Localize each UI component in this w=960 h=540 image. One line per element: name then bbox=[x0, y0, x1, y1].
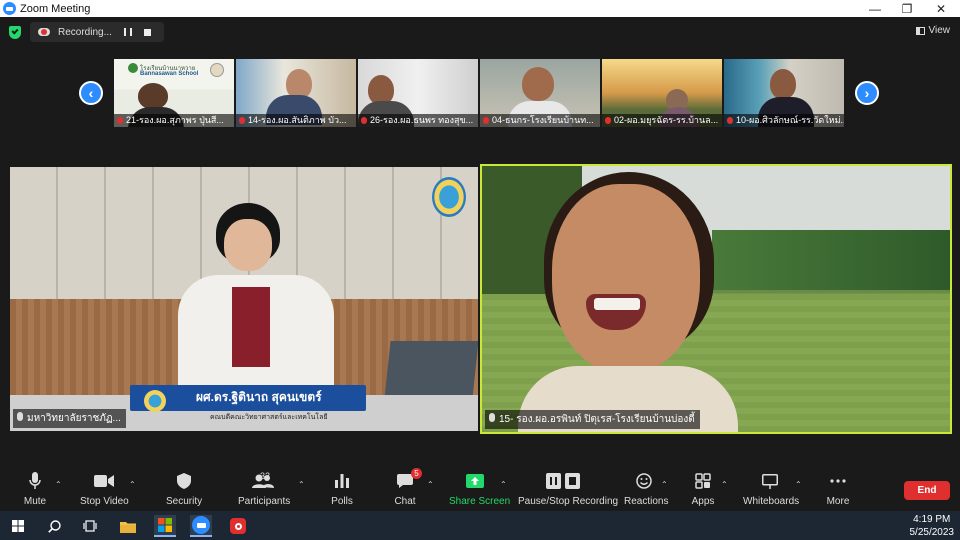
file-explorer-icon[interactable] bbox=[117, 515, 139, 537]
store-icon[interactable] bbox=[154, 515, 176, 537]
cloud-record-icon bbox=[38, 28, 50, 36]
participant-thumbnail[interactable]: 26-รอง.ผอ.ธนพร ทองสุข... bbox=[358, 59, 478, 127]
view-label: View bbox=[928, 25, 951, 36]
chat-options-caret-icon[interactable]: ⌃ bbox=[427, 480, 434, 489]
maximize-button[interactable]: ❐ bbox=[890, 0, 924, 17]
share-screen-icon bbox=[449, 471, 501, 491]
participant-thumbnail[interactable]: 14-รอง.ผอ.สันติภาพ บัว... bbox=[236, 59, 356, 127]
name-banner: ผศ.ดร.ฐิตินาถ สุคนเขตร์ คณบดีคณะวิทยาศาส… bbox=[130, 385, 366, 425]
apps-icon bbox=[690, 471, 716, 491]
title-bar: Zoom Meeting — ❐ ✕ bbox=[0, 0, 960, 17]
windows-taskbar: 4:19 PM 5/25/2023 bbox=[0, 511, 960, 540]
recording-indicator: Recording... bbox=[30, 22, 164, 42]
participant-video-right[interactable]: 15- รอง.ผอ.อรพินท์ ปิตุเรส-โรงเรียนบ้านบ… bbox=[480, 164, 952, 434]
participants-button[interactable]: 32 Participants bbox=[238, 471, 290, 507]
more-button[interactable]: More bbox=[826, 471, 850, 507]
thumbnail-name: 21-รอง.ผอ.สุภาพร ปุ่นสี... bbox=[114, 114, 234, 127]
thumbnail-name: 04-ธนกร-โรงเรียนบ้านท... bbox=[480, 114, 600, 127]
end-meeting-button[interactable]: End bbox=[904, 481, 950, 500]
mic-muted-icon bbox=[605, 117, 611, 124]
system-clock[interactable]: 4:19 PM 5/25/2023 bbox=[910, 513, 955, 539]
mic-muted-icon bbox=[361, 117, 367, 124]
zoom-logo-icon bbox=[3, 2, 16, 15]
clock-date: 5/25/2023 bbox=[909, 527, 955, 538]
reactions-button[interactable]: Reactions bbox=[624, 471, 668, 507]
recording-app-icon[interactable] bbox=[227, 515, 249, 537]
reactions-options-caret-icon[interactable]: ⌃ bbox=[661, 480, 668, 489]
mic-muted-icon bbox=[483, 117, 489, 124]
gallery-next-button[interactable]: › bbox=[855, 81, 879, 105]
whiteboard-icon bbox=[743, 471, 797, 491]
view-button[interactable]: View bbox=[915, 25, 951, 36]
participant-video-left[interactable]: ผศ.ดร.ฐิตินาถ สุคนเขตร์ คณบดีคณะวิทยาศาส… bbox=[10, 167, 478, 431]
smiley-icon bbox=[624, 471, 664, 491]
shield-icon bbox=[166, 471, 202, 491]
stop-recording-icon[interactable] bbox=[144, 28, 151, 36]
whiteboards-options-caret-icon[interactable]: ⌃ bbox=[795, 480, 802, 489]
share-screen-button[interactable]: Share Screen bbox=[449, 471, 510, 507]
security-shield-icon[interactable] bbox=[9, 26, 21, 39]
thumbnail-name: 10-ผอ.ศิวลักษณ์-รร.วัดใหม่... bbox=[724, 114, 844, 127]
video-camera-icon bbox=[80, 471, 128, 491]
pause-stop-recording-button[interactable]: Pause/Stop Recording bbox=[518, 471, 618, 507]
school-sign-english: Bannasawan School bbox=[140, 71, 199, 77]
mic-muted-icon bbox=[117, 117, 123, 124]
pause-stop-icon bbox=[518, 471, 608, 491]
chat-bubble-icon: 5 bbox=[394, 468, 422, 491]
participant-name-left: มหาวิทยาลัยราชภัฏ... bbox=[13, 409, 126, 428]
recording-label: Recording... bbox=[58, 26, 112, 38]
windows-start-icon[interactable] bbox=[7, 515, 29, 537]
chat-button[interactable]: 5 Chat bbox=[394, 468, 422, 507]
polls-button[interactable]: Polls bbox=[330, 471, 354, 507]
participant-name-right: 15- รอง.ผอ.อรพินท์ ปิตุเรส-โรงเรียนบ้านบ… bbox=[485, 410, 700, 429]
window-title: Zoom Meeting bbox=[20, 2, 91, 15]
chevron-left-icon: ‹ bbox=[88, 85, 94, 101]
minimize-button[interactable]: — bbox=[858, 0, 892, 17]
clock-time: 4:19 PM bbox=[913, 514, 951, 525]
participant-thumbnail[interactable]: 04-ธนกร-โรงเรียนบ้านท... bbox=[480, 59, 600, 127]
participants-icon: 32 bbox=[238, 471, 288, 491]
university-logo bbox=[432, 177, 466, 217]
participant-thumbnail[interactable]: 10-ผอ.ศิวลักษณ์-รร.วัดใหม่... bbox=[724, 59, 844, 127]
mic-muted-icon bbox=[727, 117, 733, 124]
grid-view-icon bbox=[915, 26, 925, 35]
participants-options-caret-icon[interactable]: ⌃ bbox=[298, 480, 305, 489]
task-view-icon[interactable] bbox=[79, 515, 101, 537]
participant-thumbnail[interactable]: 02-ผอ.มยุรฉัตร-รร.บ้านล... bbox=[602, 59, 722, 127]
microphone-icon bbox=[22, 471, 48, 491]
close-button[interactable]: ✕ bbox=[924, 0, 958, 17]
pause-recording-icon[interactable] bbox=[124, 28, 132, 36]
microphone-icon bbox=[17, 412, 23, 421]
meeting-area: Recording... View ‹ › โรงเรียนบ้านนาหวาย… bbox=[0, 17, 960, 465]
banner-name: ผศ.ดร.ฐิตินาถ สุคนเขตร์ bbox=[196, 390, 322, 404]
thumbnail-name: 02-ผอ.มยุรฉัตร-รร.บ้านล... bbox=[602, 114, 722, 127]
video-options-caret-icon[interactable]: ⌃ bbox=[129, 480, 136, 489]
participants-count: 32 bbox=[260, 471, 271, 481]
ellipsis-icon bbox=[826, 471, 850, 491]
participant-thumbnail[interactable]: โรงเรียนบ้านนาหวาย Bannasawan School 21-… bbox=[114, 59, 234, 127]
stop-video-button[interactable]: Stop Video bbox=[80, 471, 129, 507]
share-options-caret-icon[interactable]: ⌃ bbox=[500, 480, 507, 489]
security-button[interactable]: Security bbox=[166, 471, 202, 507]
gallery-prev-button[interactable]: ‹ bbox=[79, 81, 103, 105]
bar-chart-icon bbox=[330, 471, 354, 491]
chevron-right-icon: › bbox=[864, 85, 870, 101]
chat-badge: 5 bbox=[411, 468, 422, 479]
banner-subtitle: คณบดีคณะวิทยาศาสตร์และเทคโนโลยี bbox=[210, 414, 328, 421]
meeting-toolbar: Mute ⌃ Stop Video ⌃ Security 32 Particip… bbox=[0, 465, 960, 511]
mic-muted-icon bbox=[239, 117, 245, 124]
apps-options-caret-icon[interactable]: ⌃ bbox=[721, 480, 728, 489]
search-icon[interactable] bbox=[43, 515, 65, 537]
apps-button[interactable]: Apps bbox=[690, 471, 716, 507]
zoom-app-icon[interactable] bbox=[190, 515, 212, 537]
mute-button[interactable]: Mute bbox=[22, 471, 48, 507]
meeting-top-bar: Recording... View bbox=[0, 17, 960, 47]
microphone-icon bbox=[489, 413, 495, 422]
thumbnail-name: 26-รอง.ผอ.ธนพร ทองสุข... bbox=[358, 114, 478, 127]
whiteboards-button[interactable]: Whiteboards bbox=[743, 471, 799, 507]
thumbnail-name: 14-รอง.ผอ.สันติภาพ บัว... bbox=[236, 114, 356, 127]
mute-options-caret-icon[interactable]: ⌃ bbox=[55, 480, 62, 489]
